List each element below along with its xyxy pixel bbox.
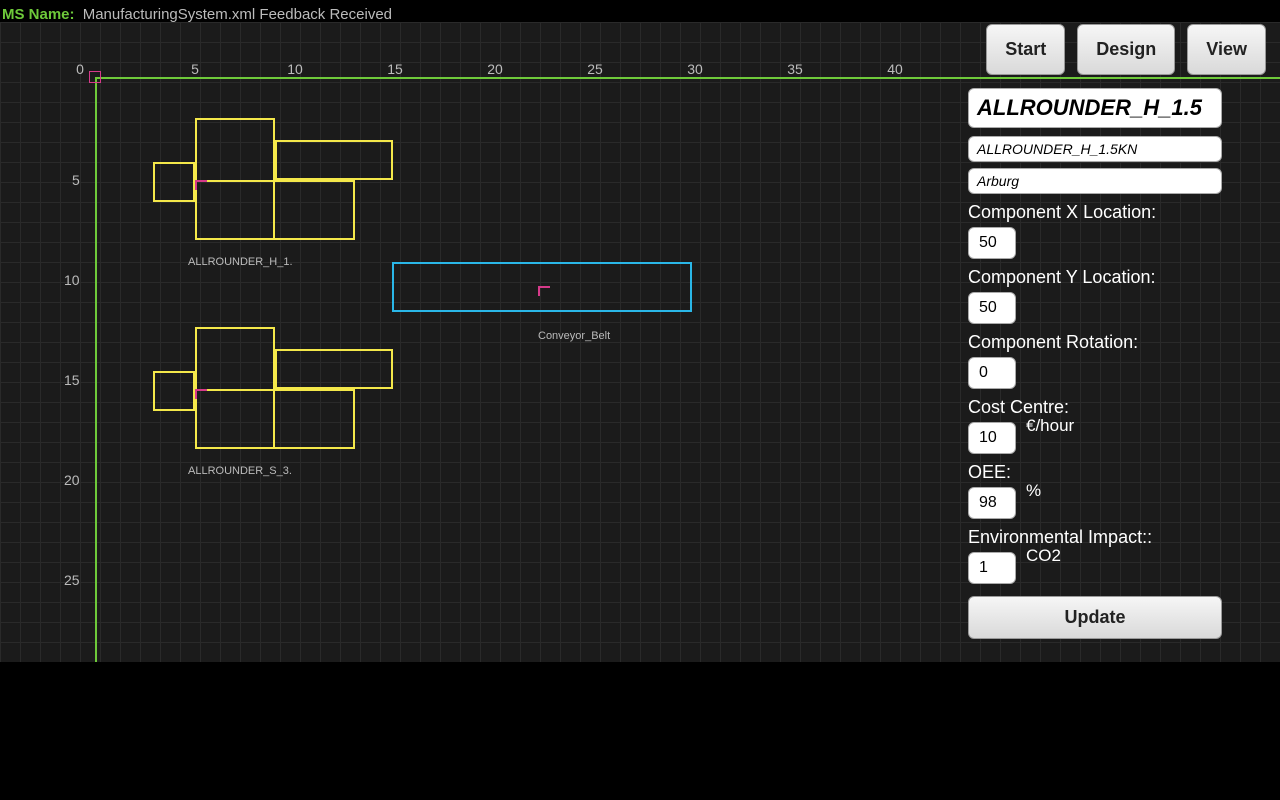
x-location-input[interactable] xyxy=(968,227,1016,259)
design-button[interactable]: Design xyxy=(1077,24,1175,75)
ruler-y-tick: 10 xyxy=(64,272,80,288)
ruler-x-tick: 5 xyxy=(191,61,199,77)
component-shape[interactable] xyxy=(153,371,195,411)
component-shape[interactable] xyxy=(275,140,393,180)
cost-unit: €/hour xyxy=(1026,416,1074,436)
anchor-icon xyxy=(195,180,207,190)
component-shape[interactable] xyxy=(195,180,355,240)
env-impact-label: Environmental Impact:: xyxy=(968,527,1266,548)
component-label: ALLROUNDER_S_3. xyxy=(188,465,292,477)
component-shape[interactable] xyxy=(195,389,355,449)
env-unit: CO2 xyxy=(1026,546,1061,566)
ms-name-value: ManufacturingSystem.xml Feedback Receive… xyxy=(83,6,392,23)
ruler-x-tick: 20 xyxy=(487,61,503,77)
component-label: ALLROUNDER_H_1. xyxy=(188,256,293,268)
y-location-input[interactable] xyxy=(968,292,1016,324)
cost-centre-label: Cost Centre: xyxy=(968,397,1266,418)
component-name-primary[interactable]: ALLROUNDER_H_1.5 xyxy=(968,88,1222,128)
properties-panel: ALLROUNDER_H_1.5 ALLROUNDER_H_1.5KN Arbu… xyxy=(968,88,1266,639)
ms-name-label: MS Name: xyxy=(2,6,75,23)
view-button[interactable]: View xyxy=(1187,24,1266,75)
component-name-secondary[interactable]: ALLROUNDER_H_1.5KN xyxy=(968,136,1222,162)
env-impact-input[interactable] xyxy=(968,552,1016,584)
y-location-label: Component Y Location: xyxy=(968,267,1266,288)
ruler-x-tick: 35 xyxy=(787,61,803,77)
ruler-y-tick: 20 xyxy=(64,472,80,488)
ruler-x-tick: 40 xyxy=(887,61,903,77)
header-bar: MS Name: ManufacturingSystem.xml Feedbac… xyxy=(2,6,392,23)
ruler-x-tick: 15 xyxy=(387,61,403,77)
start-button[interactable]: Start xyxy=(986,24,1065,75)
oee-unit: % xyxy=(1026,481,1041,501)
ruler-x-tick: 25 xyxy=(587,61,603,77)
axis-y xyxy=(95,77,97,662)
ruler-y-tick: 5 xyxy=(72,172,80,188)
component-manufacturer[interactable]: Arburg xyxy=(968,168,1222,194)
oee-input[interactable] xyxy=(968,487,1016,519)
cost-centre-input[interactable] xyxy=(968,422,1016,454)
ruler-x-tick: 10 xyxy=(287,61,303,77)
ruler-y-tick: 15 xyxy=(64,372,80,388)
ruler-y-tick: 25 xyxy=(64,572,80,588)
axis-x xyxy=(95,77,1280,79)
oee-label: OEE: xyxy=(968,462,1266,483)
rotation-input[interactable] xyxy=(968,357,1016,389)
conveyor-label: Conveyor_Belt xyxy=(538,330,610,342)
anchor-icon xyxy=(538,286,550,296)
toolbar: Start Design View xyxy=(986,24,1266,75)
anchor-icon xyxy=(195,389,207,399)
component-shape[interactable] xyxy=(153,162,195,202)
component-shape[interactable] xyxy=(275,349,393,389)
origin-marker xyxy=(89,71,101,83)
ruler-x-tick: 0 xyxy=(76,61,84,77)
x-location-label: Component X Location: xyxy=(968,202,1266,223)
ruler-x-tick: 30 xyxy=(687,61,703,77)
update-button[interactable]: Update xyxy=(968,596,1222,639)
rotation-label: Component Rotation: xyxy=(968,332,1266,353)
